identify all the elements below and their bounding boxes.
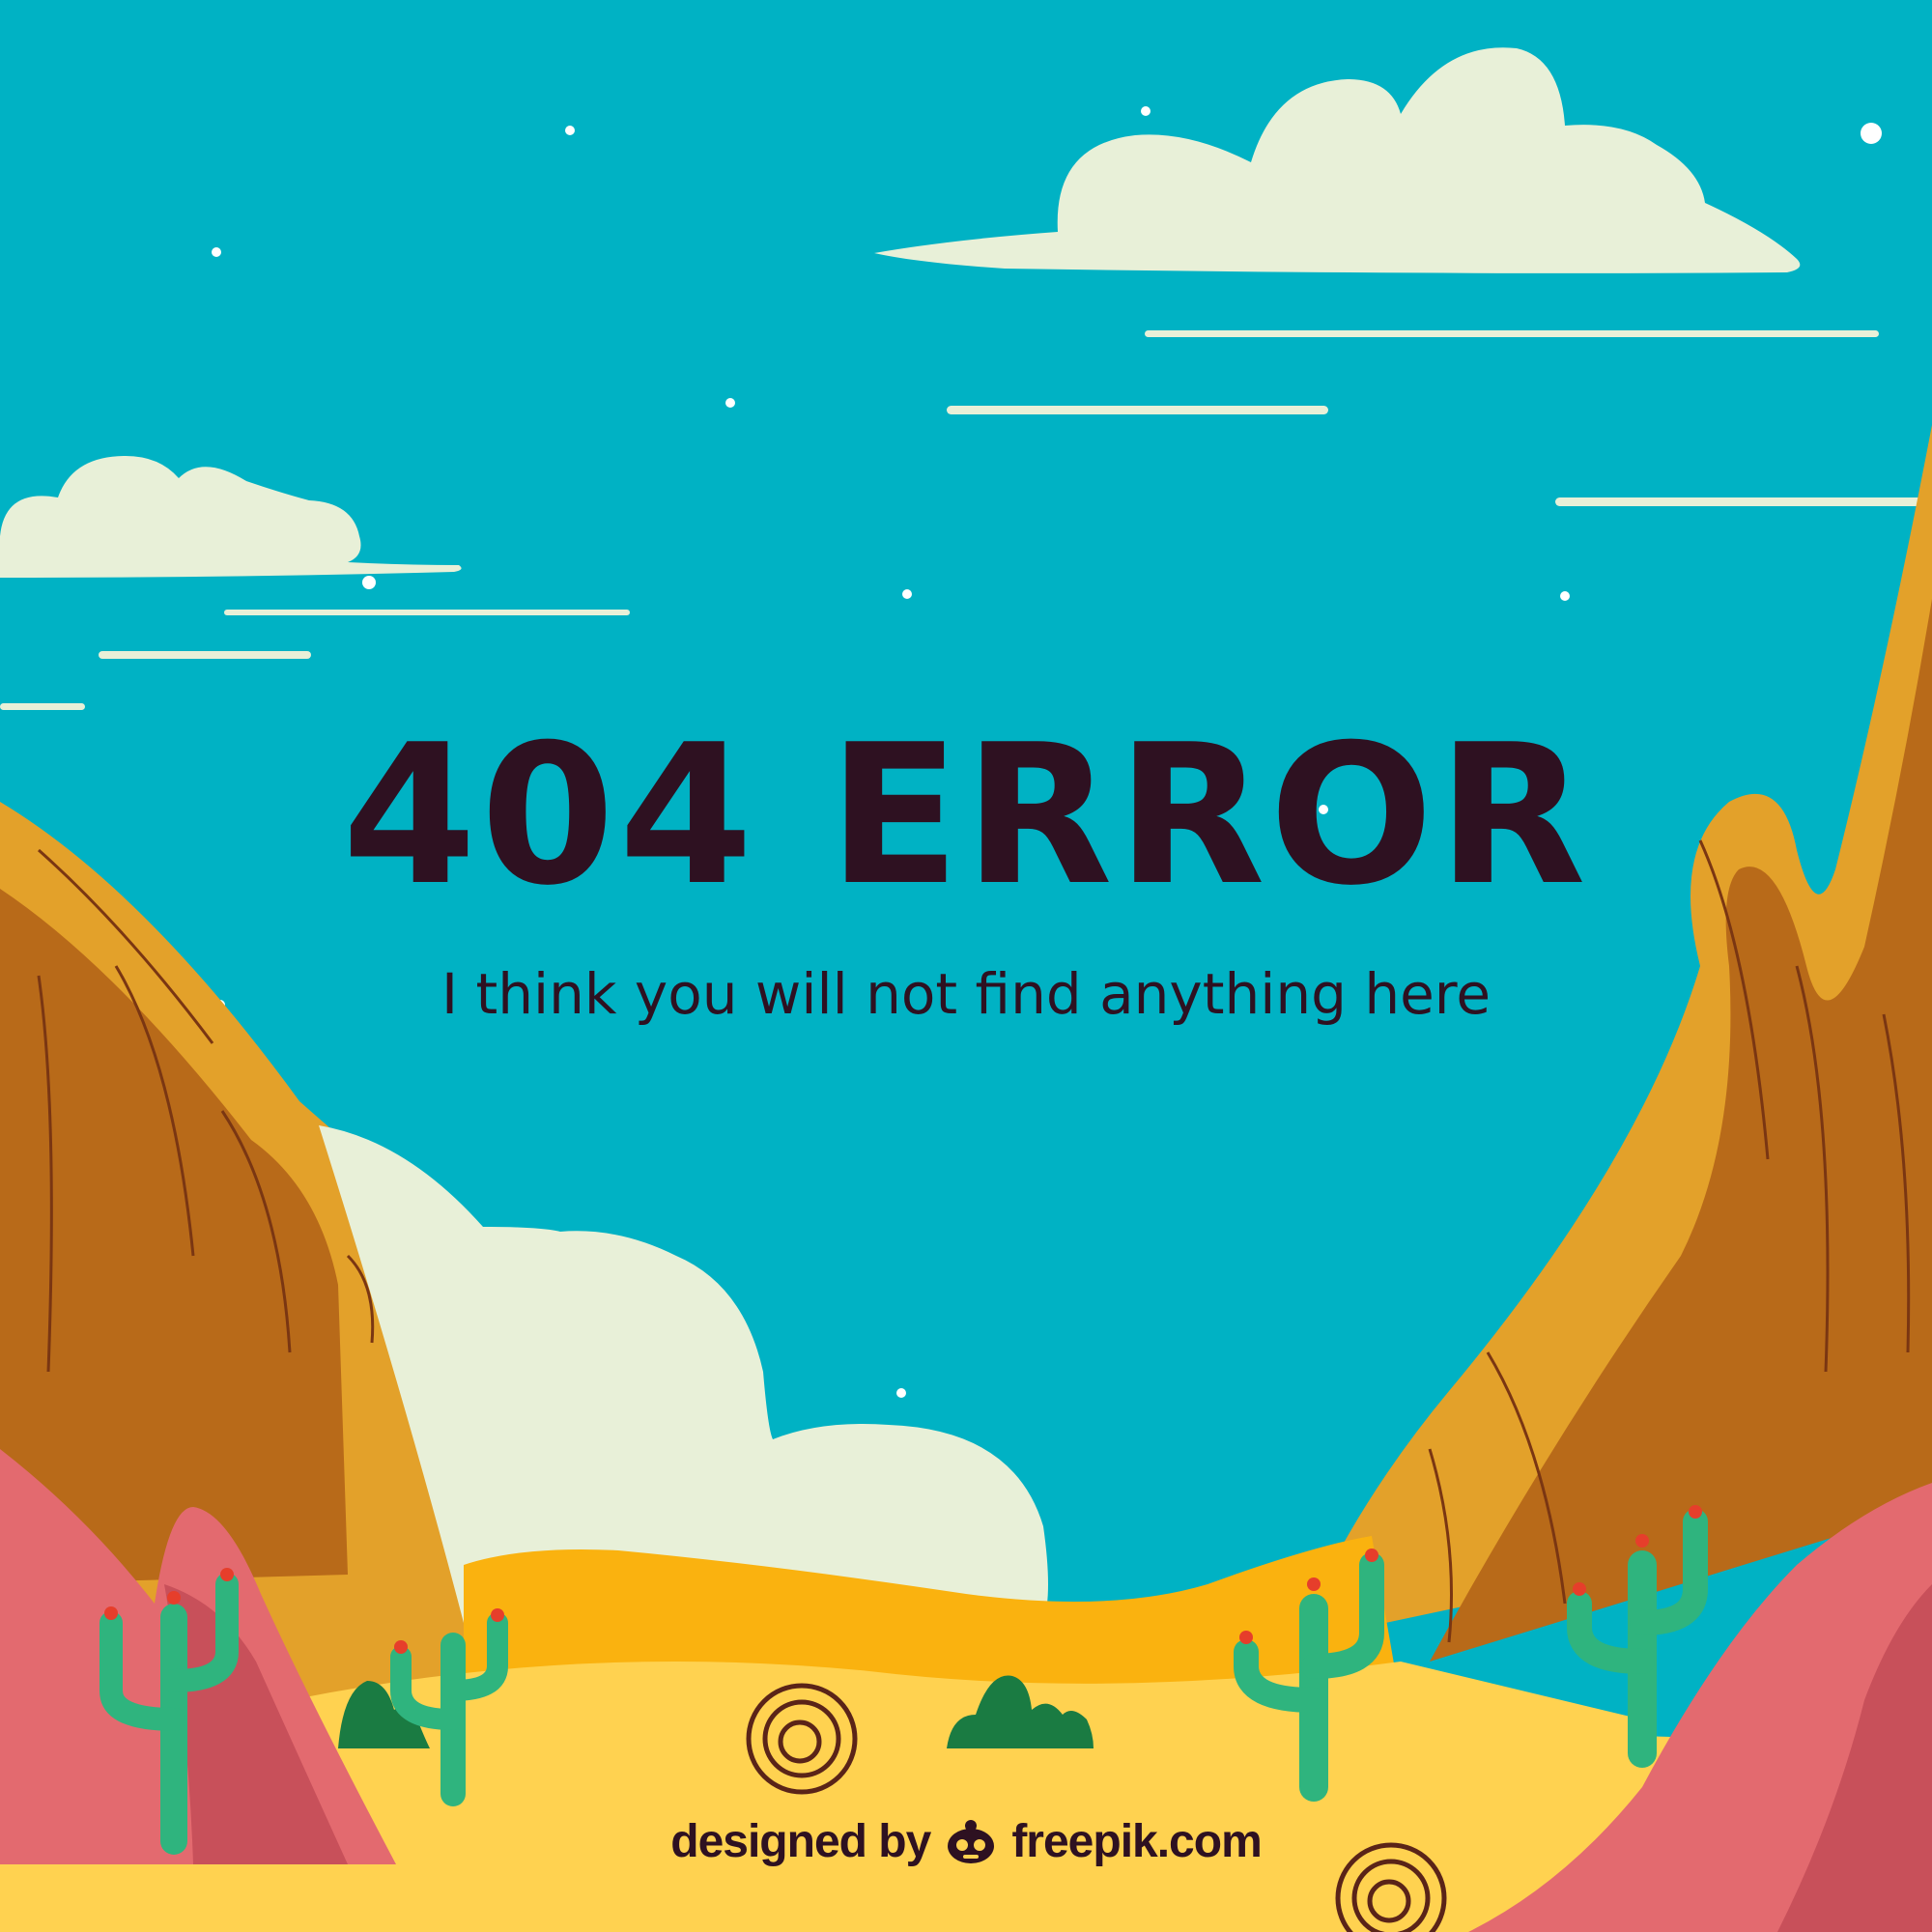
star <box>725 398 735 408</box>
desert-404-illustration: 404 ERROR I think you will not find anyt… <box>0 0 1932 1932</box>
star <box>1141 106 1151 116</box>
credit-brand: freepik.com <box>1011 1815 1262 1867</box>
star <box>902 589 912 599</box>
star <box>212 247 221 257</box>
star <box>362 576 376 589</box>
star <box>896 1388 906 1398</box>
star <box>1861 123 1882 144</box>
designer-credit[interactable]: designed by freepik.com <box>0 1814 1932 1868</box>
star <box>565 126 575 135</box>
error-title: 404 ERROR <box>342 703 1590 928</box>
freepik-logo-icon <box>944 1814 998 1868</box>
error-message: I think you will not find anything here <box>440 961 1492 1027</box>
credit-prefix: designed by <box>670 1815 931 1867</box>
star <box>1560 591 1570 601</box>
